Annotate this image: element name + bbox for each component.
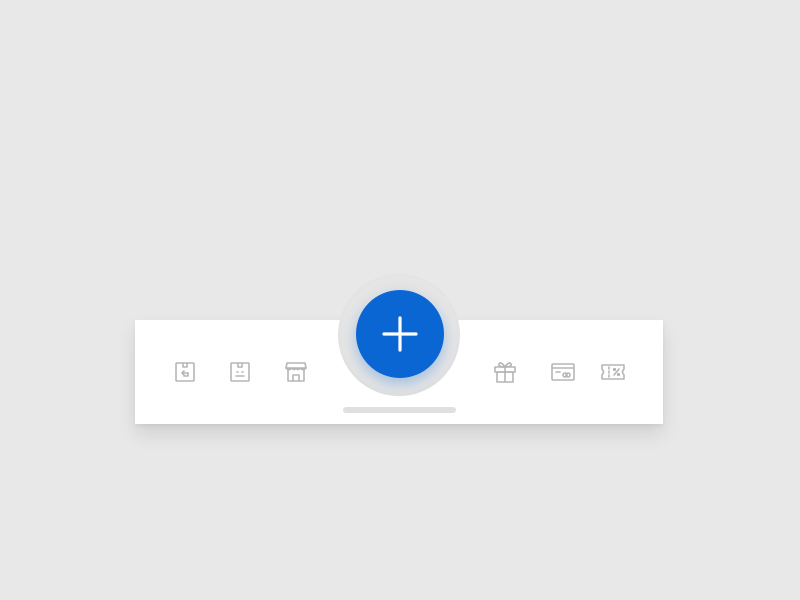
package-box-icon xyxy=(230,362,250,382)
tab-store[interactable] xyxy=(283,359,309,385)
tab-orders[interactable] xyxy=(227,359,253,385)
tab-gifts[interactable] xyxy=(492,359,518,385)
discount-ticket-icon xyxy=(601,364,625,380)
plus-icon xyxy=(382,316,418,352)
add-button[interactable] xyxy=(356,290,444,378)
tab-coupons[interactable] xyxy=(600,359,626,385)
package-return-icon xyxy=(175,362,195,382)
tab-returns[interactable] xyxy=(172,359,198,385)
home-indicator xyxy=(343,407,456,413)
store-icon xyxy=(285,362,307,382)
tab-payments[interactable] xyxy=(550,359,576,385)
screen xyxy=(0,0,800,600)
gift-icon xyxy=(494,362,516,383)
credit-card-icon xyxy=(551,363,575,381)
